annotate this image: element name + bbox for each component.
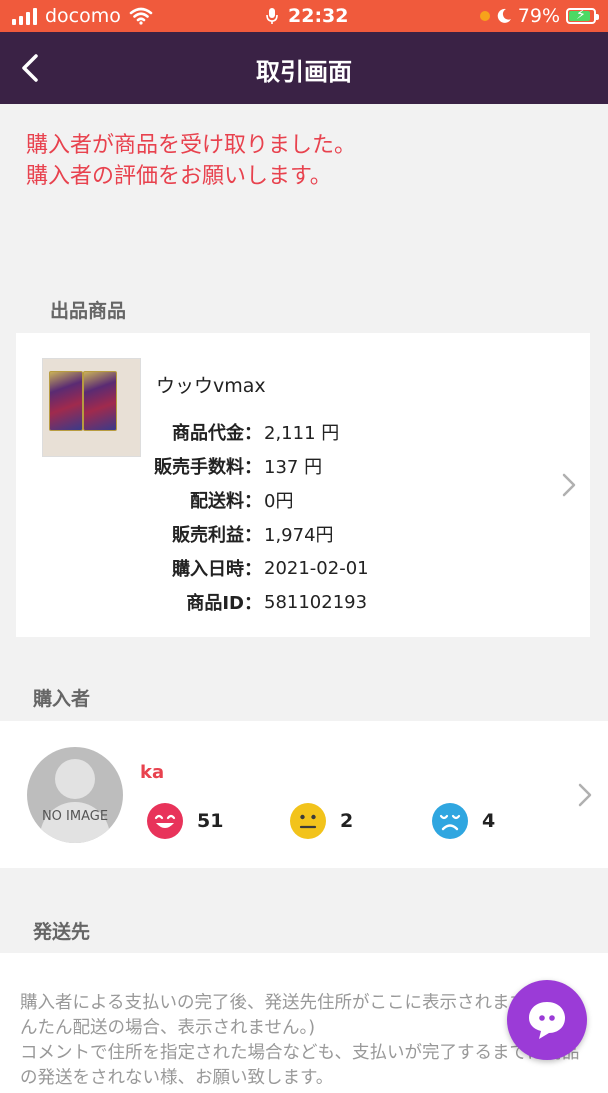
info-row-date: 購入日時： 2021-02-01 [140, 551, 440, 585]
recording-dot-icon [479, 11, 490, 21]
info-key: 販売利益： [172, 525, 262, 546]
avatar: NO IMAGE [27, 747, 123, 843]
info-value: 1,974円 [264, 525, 334, 546]
battery-icon: ⚡ [566, 7, 599, 24]
status-center: 22:32 [266, 5, 348, 27]
info-value: 581102193 [264, 591, 368, 613]
info-value: 2021-02-01 [264, 557, 369, 579]
chat-bubble-icon [529, 1002, 565, 1039]
sad-face-icon [432, 803, 468, 839]
mic-icon [266, 8, 278, 24]
status-left: docomo [12, 5, 153, 27]
info-row-profit: 販売利益： 1,974円 [140, 517, 440, 551]
smile-face-icon [147, 803, 183, 839]
info-row-fee: 販売手数料： 137 円 [140, 449, 440, 483]
info-key: 販売手数料： [154, 457, 262, 478]
avatar-placeholder-text: NO IMAGE [41, 809, 109, 824]
chevron-right-icon[interactable] [576, 782, 594, 808]
status-right: 79% ⚡ [479, 5, 599, 27]
notice-message: 購入者が商品を受け取りました。 購入者の評価をお願いします。 [26, 130, 356, 192]
product-info-list: 商品代金： 2,111 円 販売手数料： 137 円 配送料： 0円 販売利益：… [140, 415, 440, 619]
wifi-icon [129, 7, 153, 25]
buyer-name: ka [140, 762, 165, 783]
shipping-description: 購入者による支払いの完了後、発送先住所がここに表示されます。(かんたん配送の場合… [20, 991, 580, 1091]
product-card[interactable]: ウッウvmax 商品代金： 2,111 円 販売手数料： 137 円 配送料： … [16, 333, 590, 637]
status-bar: docomo 22:32 79% ⚡ [0, 0, 608, 32]
info-value: 2,111 円 [264, 423, 340, 444]
rating-bad: 4 [432, 803, 495, 839]
shipping-text-1: 購入者による支払いの完了後、発送先住所がここに表示されます。(かんたん配送の場合… [20, 993, 568, 1038]
shipping-section-label: 発送先 [33, 921, 91, 943]
product-section-label: 出品商品 [50, 300, 127, 322]
info-key: 商品ID： [186, 593, 262, 614]
signal-icon [12, 7, 37, 25]
buyer-section-label: 購入者 [33, 688, 91, 710]
info-row-id: 商品ID： 581102193 [140, 585, 440, 619]
notice-line-2: 購入者の評価をお願いします。 [26, 164, 332, 189]
carrier-label: docomo [45, 5, 121, 27]
info-value: 0円 [264, 491, 294, 512]
rating-good: 51 [147, 803, 223, 839]
info-value: 137 円 [264, 457, 323, 478]
neutral-face-icon [290, 803, 326, 839]
info-row-price: 商品代金： 2,111 円 [140, 415, 440, 449]
nav-bar: 取引画面 [0, 32, 608, 104]
chat-button[interactable] [507, 980, 587, 1060]
info-key: 購入日時： [172, 559, 262, 580]
chevron-right-icon[interactable] [560, 472, 578, 498]
shipping-text-2: コメントで住所を指定された場合なども、支払いが完了するまでは商品の発送をされない… [20, 1043, 580, 1088]
notice-line-1: 購入者が商品を受け取りました。 [26, 133, 357, 158]
rating-good-count: 51 [197, 810, 224, 832]
battery-percent: 79% [517, 5, 560, 27]
product-name: ウッウvmax [156, 375, 266, 397]
rating-bad-count: 4 [482, 810, 496, 832]
rating-normal-count: 2 [340, 810, 354, 832]
info-row-shipping: 配送料： 0円 [140, 483, 440, 517]
rating-normal: 2 [290, 803, 353, 839]
info-key: 配送料： [190, 491, 262, 512]
clock-label: 22:32 [288, 5, 349, 27]
moon-icon [497, 8, 511, 23]
info-key: 商品代金： [172, 423, 262, 444]
page-title: 取引画面 [256, 58, 352, 86]
buyer-card[interactable]: NO IMAGE ka 51 2 4 [0, 721, 608, 868]
product-thumbnail [42, 358, 141, 457]
